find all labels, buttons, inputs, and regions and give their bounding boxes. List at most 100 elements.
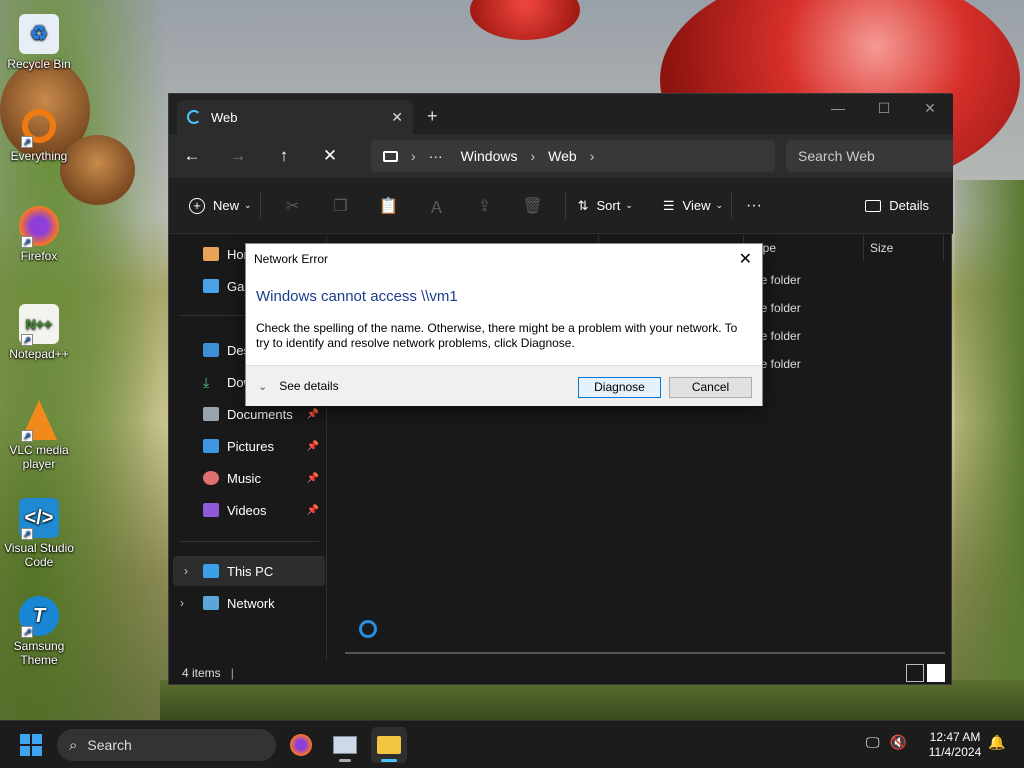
windows-start-button[interactable]: [20, 734, 42, 756]
notification-bell-icon[interactable]: 🔔: [988, 734, 1005, 751]
ornament-small: [470, 0, 580, 40]
desktop-icon-firefox[interactable]: ↗ Firefox: [4, 206, 74, 263]
stop-button[interactable]: ✕: [307, 146, 353, 166]
loading-ring-icon: [359, 620, 377, 638]
desktop-icon-vscode[interactable]: </> ↗ Visual Studio Code: [4, 498, 74, 569]
close-window-button[interactable]: ✕: [907, 94, 953, 124]
dialog-heading: Windows cannot access \\vm1: [256, 288, 458, 305]
sidebar-item-videos[interactable]: Videos 📌: [169, 495, 325, 525]
pine-branches-right: [955, 180, 1024, 720]
desktop-icon-notepad-plus-plus[interactable]: N++ ↗ Notepad++: [4, 304, 74, 361]
vscode-icon: </> ↗: [19, 498, 59, 540]
gallery-icon: [203, 279, 219, 293]
dialog-footer: ⌄ See details Diagnose Cancel: [246, 365, 762, 406]
forward-button[interactable]: →: [215, 146, 261, 166]
toolbar-divider: [259, 192, 261, 219]
rename-icon[interactable]: Ａ: [413, 194, 461, 218]
sidebar-item-pictures[interactable]: Pictures 📌: [169, 431, 325, 461]
chevron-right-icon[interactable]: ›: [184, 564, 188, 578]
taskbar-app-window[interactable]: [327, 727, 363, 763]
cut-icon[interactable]: ✂: [269, 196, 317, 216]
network-error-dialog: Network Error ✕ Windows cannot access \\…: [245, 243, 763, 406]
desktop-icon: [203, 343, 219, 357]
sidebar-item-this-pc[interactable]: › This PC: [173, 556, 325, 586]
download-icon: ⤓: [203, 374, 210, 390]
chevron-down-icon: ⌄: [715, 200, 724, 210]
tab-title: Web: [211, 109, 238, 125]
share-icon[interactable]: ⇪: [461, 196, 509, 216]
up-button[interactable]: ↑: [261, 146, 307, 166]
recycle-bin-icon: ♻: [19, 14, 59, 54]
folder-icon: [377, 736, 401, 754]
paste-icon[interactable]: 📋: [365, 196, 413, 216]
column-header-size[interactable]: Size: [864, 235, 944, 261]
plus-circle-icon: +: [189, 197, 205, 214]
documents-icon: [203, 407, 219, 421]
horizontal-scrollbar[interactable]: [345, 652, 945, 654]
new-button[interactable]: + New ⌄: [189, 197, 252, 214]
chevron-right-icon[interactable]: ›: [590, 148, 595, 164]
pin-icon: 📌: [306, 440, 319, 452]
chevron-down-icon: ⌄: [244, 200, 252, 210]
more-options-button[interactable]: ···: [746, 197, 762, 215]
view-list-icon: ☰: [662, 197, 675, 213]
samsung-theme-icon: T ↗: [19, 596, 59, 638]
volume-muted-icon[interactable]: 🔇: [890, 734, 907, 751]
sidebar-item-music[interactable]: Music 📌: [169, 463, 325, 493]
new-tab-button[interactable]: +: [427, 106, 438, 127]
chevron-right-icon[interactable]: ›: [530, 148, 535, 164]
tiles-view-icon[interactable]: [927, 664, 945, 682]
pictures-icon: [203, 439, 219, 453]
desktop-icon-samsung-theme[interactable]: T ↗ Samsung Theme: [4, 596, 74, 667]
home-icon: [203, 247, 219, 261]
copy-icon[interactable]: ❐: [317, 196, 365, 216]
network-status-icon[interactable]: 🖵: [866, 734, 880, 751]
tab-web[interactable]: Web ✕: [177, 100, 413, 134]
breadcrumb-web[interactable]: Web: [548, 148, 577, 164]
diagnose-button[interactable]: Diagnose: [578, 377, 661, 398]
system-tray: 🖵 🔇: [866, 734, 907, 751]
taskbar-firefox[interactable]: [283, 727, 319, 763]
everything-icon: ↗: [19, 106, 59, 148]
network-icon: [203, 596, 219, 610]
view-button[interactable]: ☰ View ⌄: [663, 198, 723, 214]
sidebar-divider: [179, 541, 319, 542]
taskbar-file-explorer[interactable]: [371, 727, 407, 763]
minimize-button[interactable]: —: [815, 94, 861, 124]
vlc-icon: ↗: [19, 400, 59, 442]
maximize-button[interactable]: ☐: [861, 94, 907, 124]
delete-icon[interactable]: 🗑: [509, 196, 557, 216]
desktop-icon-everything[interactable]: ↗ Everything: [4, 106, 74, 163]
desktop-icon-vlc[interactable]: ↗ VLC media player: [4, 400, 74, 471]
clock[interactable]: 12:47 AM 11/4/2024: [920, 730, 990, 760]
chevron-right-icon[interactable]: ›: [180, 596, 184, 610]
search-input[interactable]: Search Web: [786, 140, 953, 172]
details-view-icon[interactable]: [906, 664, 924, 682]
breadcrumb-windows[interactable]: Windows: [461, 148, 518, 164]
navigation-bar: ← → ↑ ✕ › ··· Windows › Web › Search Web: [169, 134, 953, 178]
item-count: 4 items: [182, 666, 221, 680]
dialog-title: Network Error: [254, 252, 329, 266]
app-window-icon: [333, 736, 357, 754]
close-tab-icon[interactable]: ✕: [391, 109, 403, 126]
details-pane-icon: [865, 199, 882, 212]
see-details-toggle[interactable]: ⌄ See details: [258, 379, 339, 393]
cancel-button[interactable]: Cancel: [669, 377, 752, 398]
breadcrumb-overflow[interactable]: ···: [429, 148, 443, 164]
videos-icon: [203, 503, 219, 517]
taskbar: ⌕ Search 🖵 🔇 12:47 AM 11/4/2024 🔔: [0, 720, 1024, 768]
sidebar-item-network[interactable]: › Network: [169, 588, 325, 618]
desktop-icon-recycle-bin[interactable]: ♻ Recycle Bin: [4, 14, 74, 71]
command-bar: + New ⌄ ✂ ❐ 📋 Ａ ⇪ 🗑 ⇅ Sort ⌄ ☰ View ⌄ ··…: [169, 178, 953, 234]
taskbar-search[interactable]: ⌕ Search: [57, 729, 276, 761]
back-button[interactable]: ←: [169, 146, 215, 166]
pine-branches-bottom: [160, 680, 1024, 720]
dialog-close-button[interactable]: ✕: [739, 249, 752, 269]
sort-button[interactable]: ⇅ Sort ⌄: [578, 198, 633, 214]
address-bar[interactable]: › ··· Windows › Web ›: [371, 140, 775, 172]
chevron-right-icon[interactable]: ›: [411, 148, 416, 164]
notepad-plus-plus-icon: N++ ↗: [19, 304, 59, 346]
firefox-icon: [290, 734, 312, 756]
details-pane-button[interactable]: Details: [865, 198, 929, 213]
pin-icon: 📌: [306, 408, 319, 420]
